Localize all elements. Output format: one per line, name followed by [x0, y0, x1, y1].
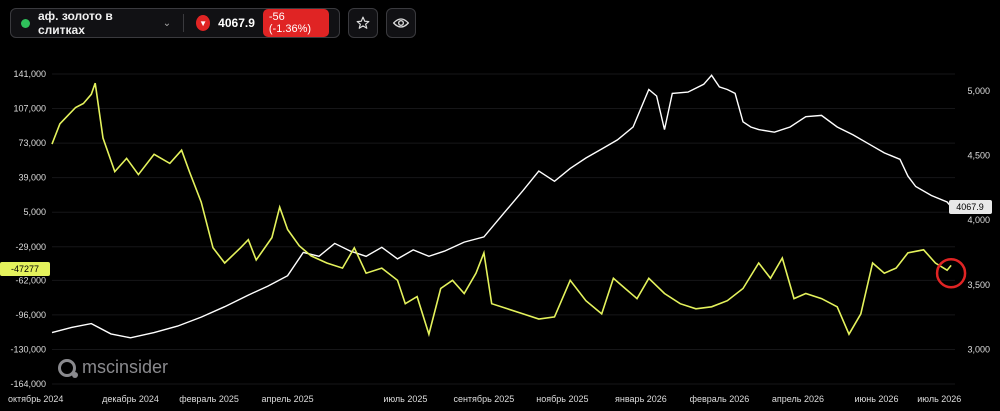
logo-mark-icon	[58, 358, 78, 378]
left-tick-label: -164,000	[10, 379, 46, 389]
left-tick-label: -130,000	[10, 344, 46, 354]
left-last-value-text: -47277	[11, 264, 39, 274]
left-last-value-label: -47277	[0, 262, 50, 276]
left-tick-label: -62,000	[15, 275, 46, 285]
x-tick-label: ноябрь 2025	[536, 394, 588, 404]
series-position-line	[51, 82, 952, 338]
x-tick-label: декабрь 2024	[102, 394, 159, 404]
x-tick-label: апрель 2026	[772, 394, 824, 404]
x-tick-label: июнь 2026	[854, 394, 898, 404]
left-tick-label: 5,000	[23, 207, 46, 217]
x-tick-label: февраль 2026	[690, 394, 750, 404]
left-tick-label: 73,000	[18, 138, 46, 148]
dual-axis-line-chart: 141,000 107,000 73,000 39,000 5,000 -29,000 -6…	[0, 69, 992, 404]
x-tick-label: июль 2026	[917, 394, 961, 404]
x-tick-label: февраль 2025	[179, 394, 239, 404]
watermark-logo: mscinsider	[58, 357, 168, 378]
x-tick-label: сентябрь 2025	[453, 394, 514, 404]
x-tick-label: октябрь 2024	[8, 394, 63, 404]
x-tick-label: апрель 2025	[262, 394, 314, 404]
right-tick-label: 4,500	[967, 150, 990, 160]
right-tick-label: 3,000	[967, 344, 990, 354]
x-tick-label: январь 2026	[615, 394, 667, 404]
last-point-marker	[935, 257, 967, 289]
right-tick-label: 3,500	[967, 280, 990, 290]
left-tick-label: -29,000	[15, 242, 46, 252]
right-last-value-label: 4067.9	[949, 200, 992, 214]
left-tick-label: 141,000	[13, 69, 46, 79]
right-tick-label: 4,000	[967, 215, 990, 225]
left-tick-label: -96,000	[15, 310, 46, 320]
right-tick-label: 5,000	[967, 86, 990, 96]
right-last-value-text: 4067.9	[956, 202, 984, 212]
watermark-text: mscinsider	[82, 357, 169, 377]
x-tick-label: июль 2025	[383, 394, 427, 404]
left-tick-label: 39,000	[18, 173, 46, 183]
left-tick-label: 107,000	[13, 104, 46, 114]
